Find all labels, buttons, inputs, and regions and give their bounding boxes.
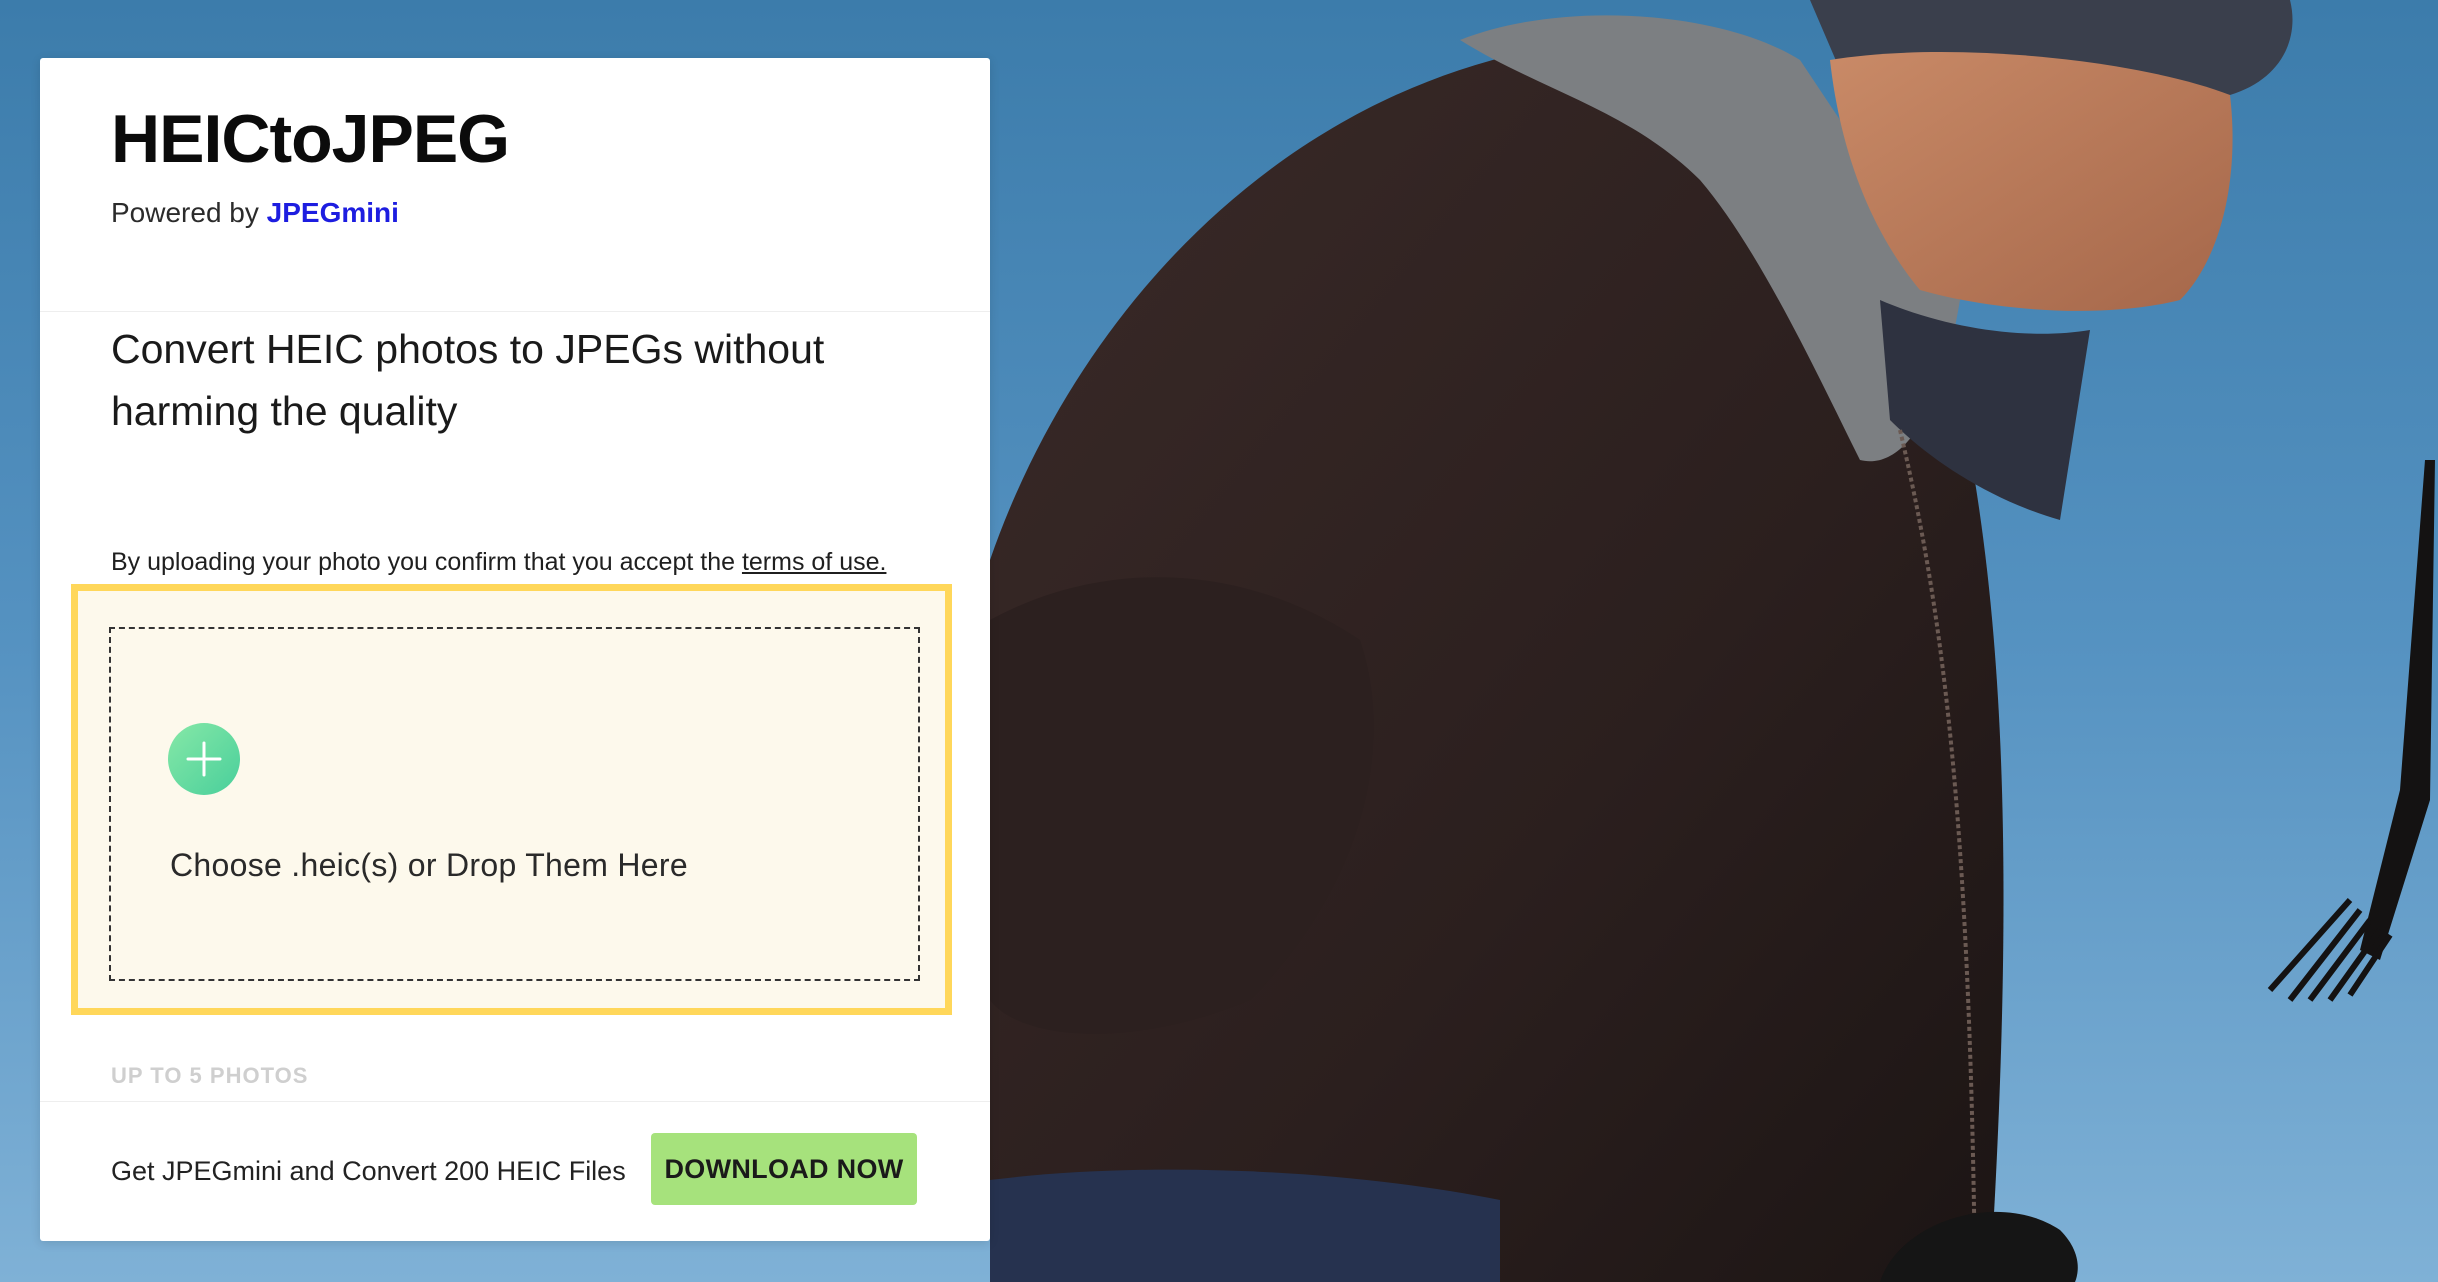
powered-by: Powered by JPEGmini xyxy=(111,197,399,229)
plus-glyph xyxy=(186,741,222,777)
plus-icon[interactable] xyxy=(168,723,240,795)
upload-label[interactable]: Choose .heic(s) or Drop Them Here xyxy=(170,847,688,884)
download-now-button[interactable]: DOWNLOAD NOW xyxy=(651,1133,917,1205)
upload-highlight-frame: Choose .heic(s) or Drop Them Here xyxy=(71,584,952,1015)
promo-text: Get JPEGmini and Convert 200 HEIC Files xyxy=(111,1156,626,1186)
card-footer: Get JPEGmini and Convert 200 HEIC Files … xyxy=(40,1101,990,1241)
card-header: HEICtoJPEG Powered by JPEGmini xyxy=(40,58,990,312)
upload-limit-note: UP TO 5 PHOTOS xyxy=(111,1063,309,1088)
app-title: HEICtoJPEG xyxy=(111,101,510,177)
terms-notice: By uploading your photo you confirm that… xyxy=(111,548,886,577)
jpegmini-link[interactable]: JPEGmini xyxy=(267,197,399,228)
file-drop-zone[interactable]: Choose .heic(s) or Drop Them Here xyxy=(109,627,920,981)
terms-of-use-link[interactable]: terms of use. xyxy=(742,548,887,576)
terms-text: By uploading your photo you confirm that… xyxy=(111,548,742,576)
converter-card: HEICtoJPEG Powered by JPEGmini Convert H… xyxy=(40,58,990,1241)
powered-by-label: Powered by xyxy=(111,197,267,228)
tagline: Convert HEIC photos to JPEGs without har… xyxy=(111,326,825,434)
